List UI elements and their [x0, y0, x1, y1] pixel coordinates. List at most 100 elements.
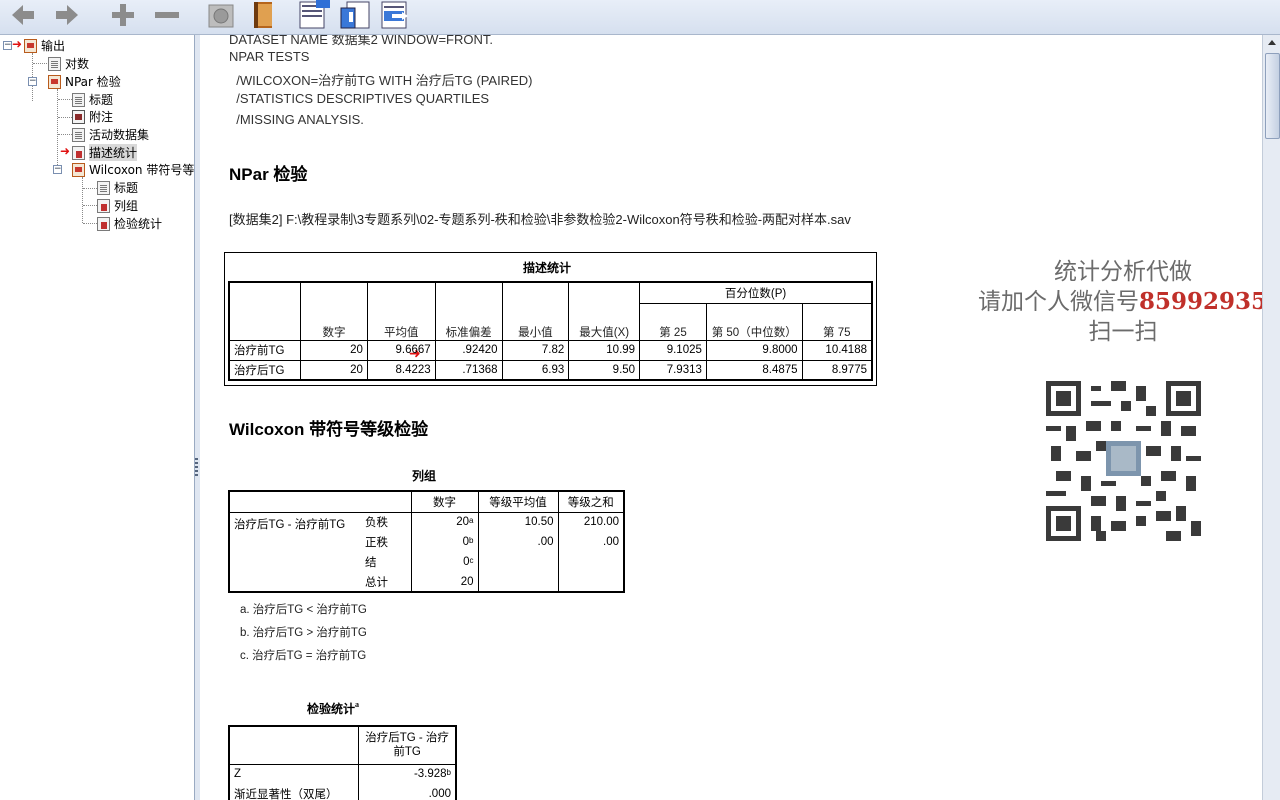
- scroll-up-icon[interactable]: [1266, 37, 1278, 49]
- tree-item-label: 标题: [114, 181, 139, 195]
- tree-item-label: 列组: [114, 199, 139, 213]
- toolbar: [0, 0, 1280, 35]
- syntax-line: /WILCOXON=治疗前TG WITH 治疗后TG (PAIRED): [229, 73, 533, 88]
- cell: [557, 572, 625, 593]
- descriptives-table: 数字 平均值 标准偏差 最小值 最大值(X) 百分位数(P) 第 25 第 50…: [228, 281, 873, 381]
- tree-item-notes[interactable]: 附注: [72, 108, 113, 125]
- insert-icon[interactable]: [338, 0, 374, 30]
- ad-line: 请加个人微信号859929351: [978, 287, 1262, 317]
- vertical-scrollbar[interactable]: [1262, 35, 1280, 800]
- collapse-icon[interactable]: [152, 0, 182, 30]
- qr-code-image: [1046, 381, 1201, 541]
- cell: 210.00: [557, 511, 625, 532]
- cell: 10.4188: [801, 339, 873, 361]
- back-icon[interactable]: [8, 0, 38, 30]
- ad-line: 扫一扫: [1088, 319, 1158, 345]
- tree-item-active-dataset[interactable]: 活动数据集: [72, 126, 149, 143]
- tree-item-label: 检验统计: [114, 217, 163, 231]
- tree-item-label: 标题: [89, 93, 114, 107]
- cell-value: -3.928: [413, 768, 447, 781]
- footnote: b. 治疗后TG > 治疗前TG: [240, 627, 367, 639]
- scrollbar-thumb[interactable]: [1265, 53, 1280, 139]
- cell: [477, 552, 559, 572]
- book-icon: [48, 74, 61, 89]
- dataset-icon: [72, 127, 85, 142]
- cell-value: 20: [460, 575, 474, 588]
- cell: [477, 572, 559, 593]
- column-header: 数字: [300, 281, 368, 341]
- dataset-path: [数据集2] F:\教程录制\3专题系列\02-专题系列-秩和检验\非参数检验2…: [229, 212, 851, 227]
- cell: .00: [557, 532, 625, 552]
- table-row: Z -3.928b: [228, 763, 457, 784]
- column-header: 标准偏差: [434, 281, 503, 341]
- collapse-toggle[interactable]: −: [3, 41, 12, 50]
- percentile-header: 百分位数(P): [639, 281, 873, 304]
- section-title: Wilcoxon 带符号等级检验: [229, 420, 429, 439]
- viewer-icon[interactable]: [205, 0, 237, 30]
- book-icon[interactable]: [249, 0, 279, 30]
- forward-icon[interactable]: [52, 0, 82, 30]
- tree-item-npar[interactable]: NPar 检验: [48, 73, 121, 90]
- tree-item-output[interactable]: 输出: [24, 37, 65, 54]
- descriptives-title: 描述统计: [523, 261, 572, 275]
- tree-item-title[interactable]: 标题: [72, 91, 113, 108]
- column-header: 第 25: [639, 302, 707, 341]
- cell: 8.4875: [705, 359, 803, 381]
- column-header: 治疗后TG - 治疗前TG: [358, 725, 457, 765]
- book-icon: [72, 162, 85, 177]
- footnote-marker: a: [355, 700, 360, 709]
- ranks-title: 列组: [412, 469, 437, 483]
- footnote: c. 治疗后TG = 治疗前TG: [240, 650, 367, 662]
- show-icon[interactable]: [297, 0, 333, 30]
- table-icon: [97, 216, 110, 231]
- cell: .92420: [434, 339, 503, 361]
- collapse-toggle[interactable]: −: [28, 77, 37, 86]
- tree-item-label: 描述统计: [89, 144, 138, 161]
- cell: 8.4223: [366, 359, 436, 381]
- corner-cell: [228, 725, 360, 765]
- tree-item-log[interactable]: 对数: [48, 55, 89, 72]
- syntax-line: NPAR TESTS: [229, 49, 310, 64]
- tree-item-title-2[interactable]: 标题: [97, 179, 138, 196]
- ad-line: 统计分析代做: [1054, 259, 1192, 285]
- cell: 7.82: [501, 339, 570, 361]
- row-label: Z: [228, 763, 360, 784]
- footnote: a. 治疗后TG < 治疗前TG: [240, 604, 367, 616]
- column-header: 最小值: [501, 281, 570, 341]
- export-icon[interactable]: [377, 0, 413, 30]
- table-row: 渐近显著性（双尾） .000: [228, 784, 457, 800]
- expand-icon[interactable]: [108, 0, 138, 30]
- tree-item-ranks[interactable]: 列组: [97, 197, 138, 214]
- cell: 20: [410, 572, 479, 593]
- section-title: NPar 检验: [229, 165, 308, 184]
- cell: [557, 552, 625, 572]
- row-label: 负秩: [361, 512, 412, 532]
- corner-cell: [228, 281, 302, 341]
- cell: .00: [477, 532, 559, 552]
- syntax-line: DATASET NAME 数据集2 WINDOW=FRONT.: [229, 35, 493, 47]
- table-row: 治疗后TG - 治疗前TG 负秩 20a 10.50 210.00: [228, 511, 625, 593]
- cell: .000: [358, 784, 457, 800]
- cell: 10.99: [568, 339, 641, 361]
- tree-item-label: 附注: [89, 110, 114, 124]
- table-row: 治疗后TG 20 8.4223 .71368 6.93 9.50 7.9313 …: [228, 359, 873, 381]
- current-item-arrow-icon: ➜: [12, 37, 23, 51]
- ad-text: 统计分析代做 请加个人微信号859929351 扫一扫: [978, 257, 1262, 347]
- cell: 20: [300, 359, 368, 381]
- tree-item-test-stats[interactable]: 检验统计: [97, 215, 162, 232]
- ranks-table: 数字 等级平均值 等级之和 治疗后TG - 治疗前TG 负秩 20a 10.50…: [228, 490, 625, 593]
- title-icon: [72, 92, 85, 107]
- log-icon: [48, 56, 61, 71]
- cell: .71368: [434, 359, 503, 381]
- tree-item-wilcoxon[interactable]: Wilcoxon 带符号等: [72, 161, 194, 178]
- collapse-toggle[interactable]: −: [53, 165, 62, 174]
- tree-item-descriptives[interactable]: 描述统计: [72, 144, 138, 161]
- column-header: 第 75: [801, 302, 873, 341]
- test-stats-table: 治疗后TG - 治疗前TG Z -3.928b 渐近显著性（双尾） .000: [228, 725, 457, 800]
- row-label: 渐近显著性（双尾）: [228, 784, 360, 800]
- cell: 6.93: [501, 359, 570, 381]
- tree-item-label: 输出: [41, 39, 66, 53]
- notes-icon: [72, 109, 85, 124]
- title-icon: [97, 180, 110, 195]
- splitter-grip[interactable]: [195, 458, 198, 476]
